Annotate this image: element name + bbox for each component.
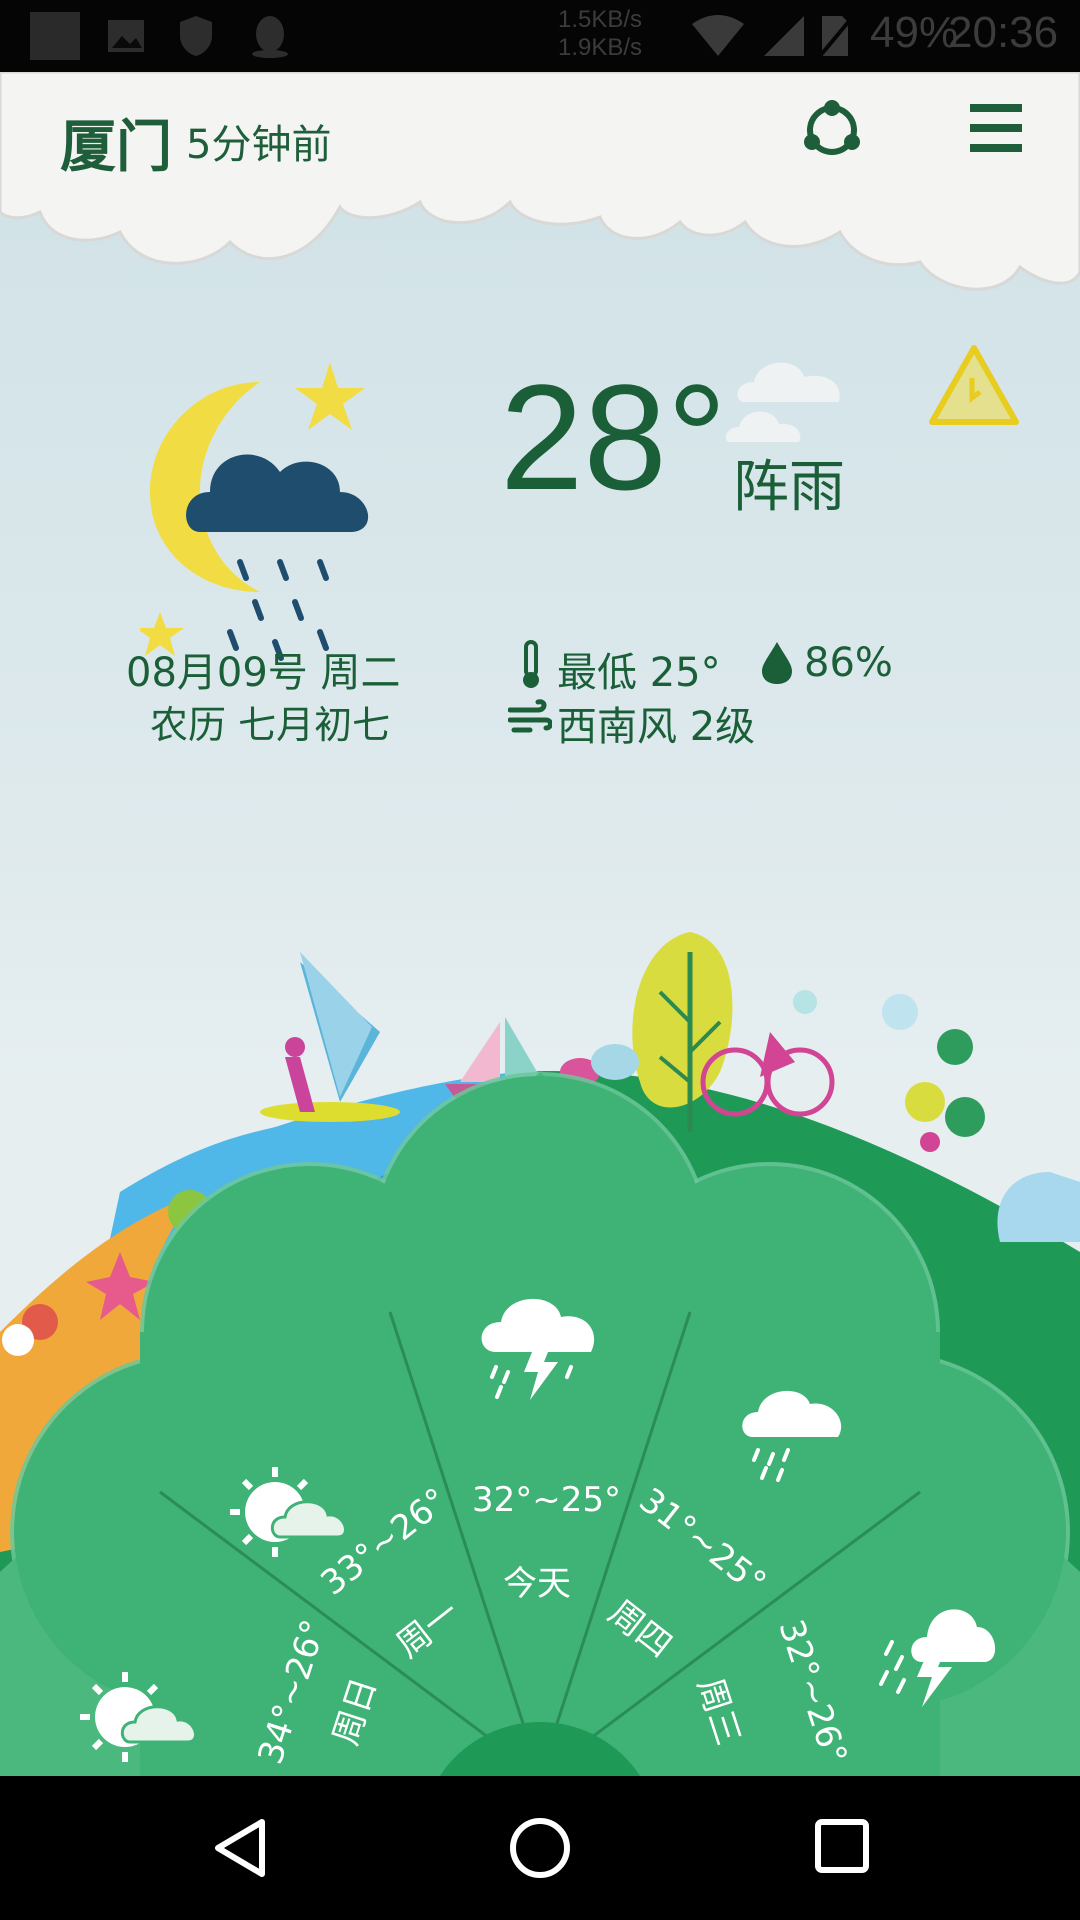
- scene-illustration: [0, 72, 1080, 1776]
- forecast-day-3-icon-wrap[interactable]: [738, 1372, 848, 1482]
- network-speed: 1.5KB/s 1.9KB/s: [558, 6, 642, 62]
- update-time: 5分钟前: [186, 122, 332, 168]
- recents-icon[interactable]: [814, 1818, 870, 1874]
- current-condition: 阵雨: [733, 455, 845, 520]
- shield-icon: [176, 12, 216, 60]
- signal-icon: [760, 12, 808, 60]
- status-bar: 1.5KB/s 1.9KB/s 49% 20:36: [0, 0, 1080, 72]
- screen: 1.5KB/s 1.9KB/s 49% 20:36 厦门 5分钟前 28° 阵雨…: [0, 0, 1080, 1920]
- share-icon[interactable]: [800, 98, 864, 162]
- navigation-bar: [0, 1776, 1080, 1920]
- humidity-icon: [760, 640, 794, 686]
- forecast-day-3[interactable]: [476, 1292, 606, 1412]
- no-sim-icon: [818, 12, 852, 60]
- weather-app: 厦门 5分钟前 28° 阵雨 08月09号 周二 农历 七月初七 最低 25° …: [0, 72, 1080, 1776]
- qq-icon: [248, 12, 292, 60]
- app-icon: [30, 12, 80, 60]
- humidity-value: 86%: [804, 640, 893, 686]
- forecast-day-0[interactable]: [80, 1662, 210, 1772]
- sun-cloud-icon: [80, 1672, 197, 1762]
- net-down: 1.9KB/s: [558, 34, 643, 61]
- forecast-day-today: 今天: [503, 1564, 571, 1604]
- tree: [632, 932, 733, 1108]
- home-icon[interactable]: [508, 1816, 572, 1880]
- wifi-icon: [690, 12, 746, 60]
- image-icon: [106, 12, 146, 60]
- cloud-decoration-icon: [724, 342, 864, 452]
- thermometer-icon: [516, 640, 546, 690]
- cloud-rain-icon: [742, 1390, 842, 1482]
- battery-percent: 49%: [870, 8, 959, 57]
- wind-icon: [507, 698, 553, 738]
- thunder-rain-icon: [481, 1298, 595, 1400]
- wind-value: 西南风 2级: [557, 704, 756, 750]
- current-temperature: 28°: [500, 353, 727, 521]
- back-icon[interactable]: [210, 1816, 270, 1880]
- forecast-day-4[interactable]: [872, 1582, 1002, 1712]
- city-name[interactable]: 厦门: [60, 102, 172, 183]
- lunar-date-label: 农历 七月初七: [150, 703, 391, 747]
- menu-icon[interactable]: [966, 100, 1026, 156]
- date-label: 08月09号 周二: [126, 650, 401, 696]
- thunder-rain-icon: [879, 1609, 996, 1707]
- warning-icon[interactable]: [928, 342, 1020, 428]
- net-up: 1.5KB/s: [558, 6, 643, 33]
- low-temperature: 最低 25°: [557, 650, 721, 696]
- clock: 20:36: [948, 8, 1059, 57]
- forecast-range-today: 32°~25°: [472, 1480, 622, 1520]
